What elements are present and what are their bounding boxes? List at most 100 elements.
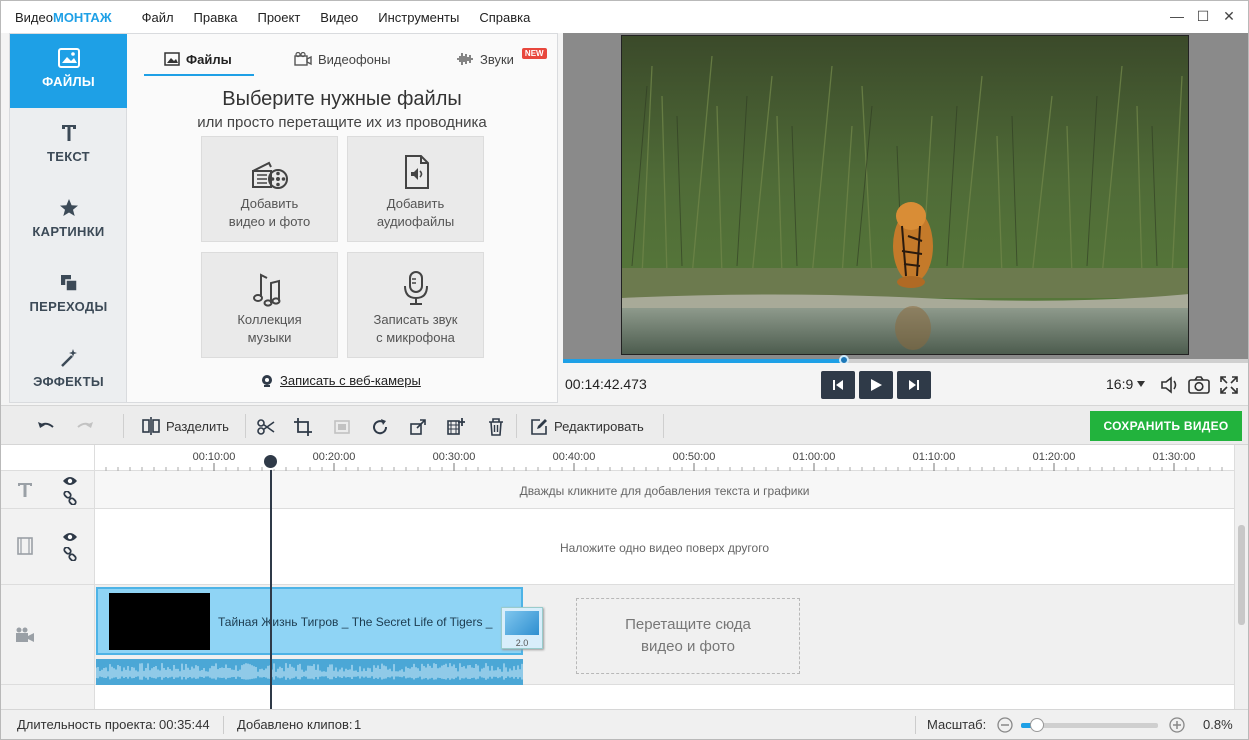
aspect-ratio-selector[interactable]: 16:9 (1106, 376, 1146, 392)
add-video-photo-button[interactable]: Добавить видео и фото (201, 136, 338, 242)
link-icon[interactable] (63, 491, 77, 505)
webcam-link[interactable]: Записать с веб-камеры (260, 373, 421, 388)
menu-help[interactable]: Справка (469, 10, 540, 25)
undo-icon[interactable] (37, 418, 55, 436)
ruler-tick-label: 00:50:00 (673, 451, 716, 463)
edit-button[interactable]: Редактировать (531, 406, 644, 446)
crop-icon[interactable] (294, 418, 312, 436)
scissors-icon[interactable] (257, 418, 275, 436)
video-frame[interactable] (621, 35, 1189, 355)
zoom-out-icon[interactable] (997, 717, 1013, 733)
tab-sounds[interactable]: Звуки NEW (456, 44, 547, 74)
status-divider (223, 716, 224, 734)
music-collection-button[interactable]: Коллекция музыки (201, 252, 338, 358)
panel-title: Выберите нужные файлы (222, 88, 462, 110)
scrollbar-thumb[interactable] (1238, 525, 1245, 625)
previous-button[interactable] (821, 371, 855, 399)
sidebar-item-transitions[interactable]: ПЕРЕХОДЫ (10, 259, 127, 333)
image-icon (57, 48, 80, 68)
next-button[interactable] (897, 371, 931, 399)
ruler-tick-label: 01:10:00 (913, 451, 956, 463)
save-video-button[interactable]: СОХРАНИТЬ ВИДЕО (1090, 411, 1242, 441)
new-badge: NEW (521, 47, 547, 59)
files-panel: Файлы Видеофоны Звуки NEW Выберите нужны… (127, 33, 558, 403)
transition-thumbnail[interactable]: 2.0 (501, 607, 543, 649)
menu-video[interactable]: Видео (310, 10, 368, 25)
split-button[interactable]: Разделить (142, 406, 229, 446)
text-track-icon (18, 483, 32, 497)
add-audio-button[interactable]: Добавить аудиофайлы (347, 136, 484, 242)
microphone-icon (403, 271, 428, 305)
sidebar-item-label: ФАЙЛЫ (42, 74, 95, 89)
split-icon (142, 417, 160, 435)
menu-edit[interactable]: Правка (184, 10, 248, 25)
timeline-scrollbar[interactable] (1234, 445, 1248, 709)
waveform-graphic (96, 663, 523, 680)
zoom-label: Масштаб: (927, 717, 987, 732)
sidebar-item-label: ПЕРЕХОДЫ (29, 299, 108, 314)
tab-files[interactable]: Файлы (164, 44, 232, 74)
tile-label: аудиофайлы (376, 214, 455, 229)
sidebar-item-effects[interactable]: ЭФФЕКТЫ (10, 334, 127, 404)
transitions-icon (60, 275, 78, 292)
star-icon (59, 199, 78, 216)
timecode: 00:14:42.473 (565, 376, 647, 392)
tile-label: Записать звук (373, 312, 458, 327)
ruler-tick-label: 00:40:00 (553, 451, 596, 463)
tab-video-backgrounds[interactable]: Видеофоны (294, 44, 390, 74)
drop-zone[interactable]: Перетащите сюда видео и фото (576, 598, 800, 674)
playhead-line (270, 453, 272, 709)
fill-frame-icon[interactable] (333, 418, 351, 436)
tile-label: Добавить (240, 196, 299, 211)
rotate-icon[interactable] (371, 418, 389, 436)
add-frame-icon[interactable] (447, 418, 465, 436)
audio-waveform[interactable] (96, 659, 523, 685)
transition-preview (505, 611, 539, 635)
play-button[interactable] (859, 371, 893, 399)
zoom-slider[interactable] (1021, 718, 1158, 732)
record-microphone-button[interactable]: Записать звук с микрофона (347, 252, 484, 358)
overlay-track-hint: Наложите одно видео поверх другого (560, 541, 769, 555)
timeline-corner (1, 445, 95, 471)
sound-wave-icon (457, 53, 473, 65)
fullscreen-icon[interactable] (1220, 376, 1238, 394)
drop-zone-line2: видео и фото (641, 638, 735, 655)
toolbar-divider (245, 414, 246, 438)
playback-controls: 00:14:42.473 16:9 (563, 363, 1248, 405)
duration-value: 00:35:44 (159, 717, 210, 732)
close-button[interactable]: ✕ (1221, 8, 1237, 24)
resize-icon[interactable] (409, 418, 427, 436)
text-track[interactable]: Дважды кликните для добавления текста и … (95, 471, 1234, 509)
eye-icon[interactable] (62, 531, 78, 543)
menu-tools[interactable]: Инструменты (368, 10, 469, 25)
zoom-in-icon[interactable] (1169, 717, 1185, 733)
panel-subtitle: или просто перетащите их из проводника (197, 114, 487, 131)
video-clip[interactable]: Тайная Жизнь Тигров _ The Secret Life of… (96, 587, 523, 655)
zoom-slider-handle[interactable] (1030, 718, 1045, 732)
tile-label: Коллекция (237, 312, 302, 327)
ruler-tick-label: 01:20:00 (1033, 451, 1076, 463)
clip-title: Тайная Жизнь Тигров _ The Secret Life of… (218, 615, 493, 629)
film-strip-icon (17, 537, 33, 555)
timeline: 00:10:00 00:20:00 00:30:00 00:40:00 00:50:00… (1, 445, 1248, 709)
menu-project[interactable]: Проект (247, 10, 310, 25)
menu-file[interactable]: Файл (132, 10, 184, 25)
overlay-track[interactable]: Наложите одно видео поверх другого (95, 509, 1234, 585)
camera-snapshot-icon[interactable] (1188, 376, 1210, 394)
volume-icon[interactable] (1160, 376, 1180, 394)
link-icon[interactable] (63, 547, 77, 561)
maximize-button[interactable]: ☐ (1195, 8, 1211, 24)
track-spacer-header (1, 685, 95, 709)
sidebar-item-pictures[interactable]: КАРТИНКИ (10, 184, 127, 258)
duration-label: Длительность проекта: (17, 717, 157, 732)
trash-icon[interactable] (487, 418, 505, 436)
tile-label: музыки (247, 330, 292, 345)
sidebar-item-files[interactable]: ФАЙЛЫ (10, 34, 127, 108)
ruler-tick-label: 01:00:00 (793, 451, 836, 463)
redo-icon[interactable] (76, 418, 94, 436)
eye-icon[interactable] (62, 475, 78, 487)
minimize-button[interactable]: — (1169, 8, 1185, 24)
tab-label: Файлы (186, 51, 232, 67)
sidebar-item-text[interactable]: ТЕКСТ (10, 109, 127, 183)
playhead-handle[interactable] (262, 453, 279, 470)
